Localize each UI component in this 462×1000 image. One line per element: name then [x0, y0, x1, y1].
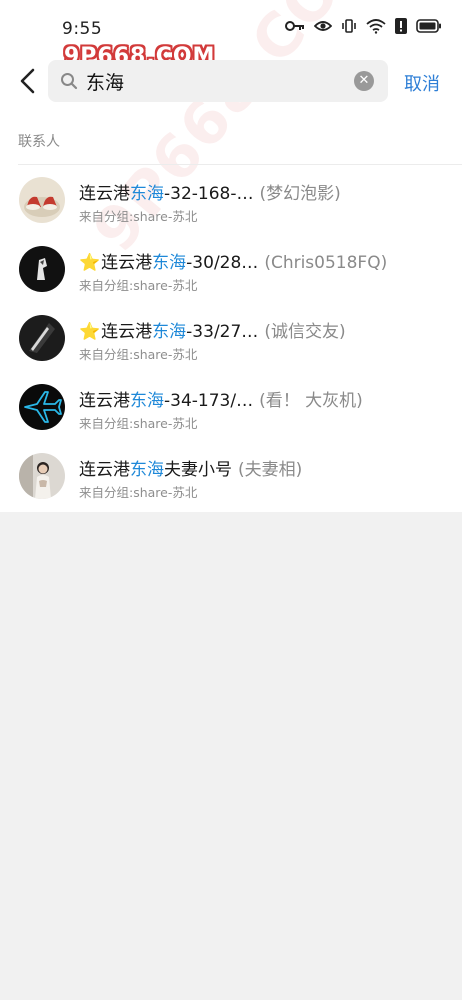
contact-nickname: (看！ 大灰机)	[259, 391, 363, 411]
name-rest: -33/27…	[186, 322, 259, 342]
contact-item[interactable]: ⭐连云港东海-30/28… (Chris0518FQ) 来自分组:share-苏北	[0, 235, 462, 304]
contact-item[interactable]: ⭐连云港东海-33/27… (诚信交友) 来自分组:share-苏北	[0, 304, 462, 373]
name-rest: -32-168-…	[164, 184, 254, 204]
contact-name: 连云港东海-32-168-… (梦幻泡影)	[79, 179, 341, 204]
contact-group: 来自分组:share-苏北	[79, 278, 198, 293]
contact-group: 来自分组:share-苏北	[79, 416, 198, 431]
contact-item[interactable]: 连云港东海-34-173/… (看！ 大灰机) 来自分组:share-苏北	[0, 373, 462, 442]
shoes-avatar	[19, 177, 65, 223]
status-time: 9:55	[62, 19, 103, 39]
contact-name: 连云港东海-34-173/… (看！ 大灰机)	[79, 386, 363, 411]
back-arrow-icon[interactable]	[14, 66, 44, 96]
contact-group: 来自分组:share-苏北	[79, 347, 198, 362]
alert-icon	[395, 18, 407, 34]
divider	[18, 164, 462, 165]
name-highlight: 东海	[130, 184, 164, 204]
wifi-icon	[366, 19, 386, 34]
name-prefix: 连云港	[79, 184, 130, 204]
search-bar: ✕	[48, 60, 388, 102]
name-rest: -34-173/…	[164, 391, 254, 411]
contact-name: 连云港东海夫妻小号 (夫妻相)	[79, 455, 302, 480]
contact-list: 连云港东海-32-168-… (梦幻泡影) 来自分组:share-苏北 ⭐连云港东…	[0, 166, 462, 511]
search-input[interactable]	[86, 68, 326, 94]
contact-nickname: (Chris0518FQ)	[264, 253, 388, 273]
content-area: 9:55 9P668.COM 9P668.COM 东海 ✕ 取消 联系人 连云港…	[0, 0, 462, 512]
contact-group: 来自分组:share-苏北	[79, 209, 198, 224]
clear-search-icon[interactable]: ✕	[354, 71, 374, 91]
star-icon: ⭐	[79, 253, 101, 273]
contact-nickname: (诚信交友)	[264, 322, 346, 342]
name-highlight: 东海	[152, 253, 187, 273]
contact-item[interactable]: 连云港东海-32-168-… (梦幻泡影) 来自分组:share-苏北	[0, 166, 462, 235]
contact-group: 来自分组:share-苏北	[79, 485, 198, 500]
star-icon: ⭐	[79, 322, 101, 342]
name-rest: -30/28…	[186, 253, 259, 273]
name-highlight: 东海	[130, 460, 164, 480]
airplane-avatar	[19, 384, 65, 430]
dark-avatar	[19, 246, 65, 292]
name-rest: 夫妻小号	[164, 460, 232, 480]
battery-icon	[416, 19, 441, 33]
search-icon	[61, 73, 78, 90]
contact-nickname: (梦幻泡影)	[259, 184, 341, 204]
dark-abstract-avatar	[19, 315, 65, 361]
name-highlight: 东海	[152, 322, 187, 342]
contact-name: ⭐连云港东海-33/27… (诚信交友)	[79, 317, 346, 342]
name-highlight: 东海	[130, 391, 164, 411]
section-label: 联系人	[18, 134, 60, 150]
name-prefix: 连云港	[79, 391, 130, 411]
cancel-button[interactable]: 取消	[404, 70, 440, 96]
contact-item[interactable]: 连云港东海夫妻小号 (夫妻相) 来自分组:share-苏北	[0, 442, 462, 511]
name-prefix: 连云港	[101, 322, 153, 342]
contact-name: ⭐连云港东海-30/28… (Chris0518FQ)	[79, 248, 387, 273]
photo-avatar	[19, 453, 65, 499]
name-prefix: 连云港	[101, 253, 153, 273]
name-prefix: 连云港	[79, 460, 130, 480]
contact-nickname: (夫妻相)	[238, 460, 303, 480]
vibrate-icon	[342, 19, 356, 33]
